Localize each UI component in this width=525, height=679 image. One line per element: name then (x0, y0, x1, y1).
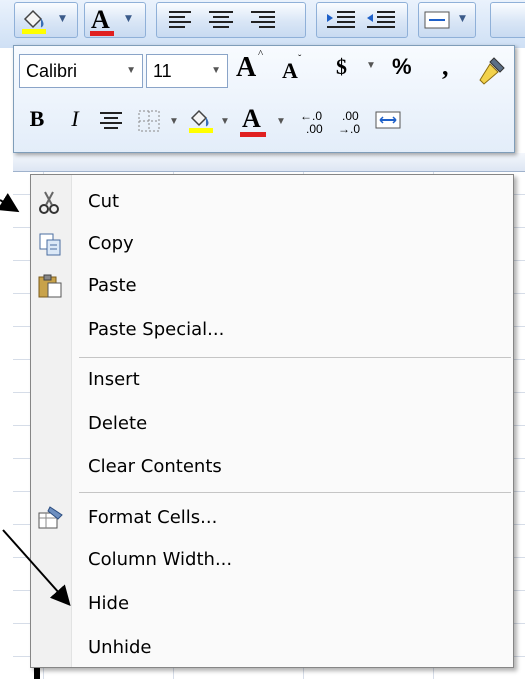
center-align-icon[interactable] (96, 108, 126, 134)
menu-separator (79, 357, 511, 358)
menu-item-unhide[interactable]: Unhide (31, 629, 513, 669)
merge-button-top[interactable]: ▼ (418, 2, 476, 38)
clipboard-icon (38, 274, 62, 298)
menu-item-label: Format Cells... (88, 507, 218, 528)
menu-item-cut[interactable]: Cut (31, 183, 513, 223)
scissors-icon (39, 191, 59, 214)
menu-item-delete[interactable]: Delete (31, 405, 513, 445)
menu-item-hide[interactable]: Hide (31, 585, 513, 625)
font-color-swatch (240, 132, 266, 137)
svg-text:←.0: ←.0 (300, 109, 322, 123)
chevron-down-icon[interactable]: ▼ (59, 14, 66, 24)
merge-cells-icon (424, 11, 450, 29)
chevron-down-icon[interactable]: ▼ (211, 65, 221, 76)
decrease-decimal-icon[interactable]: .00 →.0 (336, 106, 370, 136)
chevron-down-icon[interactable]: ▼ (366, 60, 376, 71)
font-name-value: Calibri (26, 61, 78, 81)
bold-button[interactable]: B (22, 106, 52, 136)
menu-item-label: Insert (88, 369, 140, 390)
copy-icon (39, 233, 61, 256)
font-color-button-top[interactable]: A ▼ (84, 2, 146, 38)
currency-button[interactable]: $ (336, 54, 347, 80)
menu-item-label: Copy (88, 233, 134, 254)
menu-item-paste[interactable]: Paste (31, 267, 513, 307)
chevron-down-icon[interactable]: ▼ (169, 116, 179, 127)
menu-item-label: Column Width... (88, 549, 233, 570)
menu-item-format-cells[interactable]: Format Cells... (31, 499, 513, 539)
borders-icon[interactable] (136, 108, 162, 134)
menu-separator (79, 492, 511, 493)
menu-item-label: Clear Contents (88, 456, 222, 477)
menu-item-label: Paste (88, 275, 137, 296)
menu-item-column-width[interactable]: Column Width... (31, 541, 513, 581)
align-icons (169, 11, 275, 28)
chevron-down-icon[interactable]: ▼ (220, 116, 230, 127)
indent-icons (327, 11, 395, 28)
caret-up-icon: ^ (258, 48, 264, 60)
decrease-font-button[interactable]: A (282, 58, 298, 84)
menu-item-paste-special[interactable]: Paste Special... (31, 311, 513, 351)
percent-button[interactable]: % (392, 54, 412, 80)
font-color-button[interactable]: A (242, 104, 261, 134)
increase-decimal-icon[interactable]: ←.0 .00 (298, 106, 332, 136)
fill-color-button[interactable]: ▼ (14, 2, 78, 38)
svg-text:.00: .00 (306, 122, 323, 136)
menu-item-label: Delete (88, 413, 148, 434)
font-color-swatch (90, 31, 114, 36)
caret-down-icon: ˇ (298, 54, 302, 65)
font-size-combo[interactable]: 11 ▼ (146, 54, 228, 88)
merge-cells-icon[interactable] (374, 108, 404, 134)
format-painter-icon[interactable] (474, 54, 508, 88)
align-group (156, 2, 306, 38)
comma-style-button[interactable]: , (442, 52, 449, 82)
menu-item-label: Unhide (88, 637, 152, 658)
increase-font-button[interactable]: A (236, 52, 256, 84)
chevron-down-icon[interactable]: ▼ (126, 65, 136, 76)
fill-color-icon[interactable] (186, 106, 216, 136)
menu-item-label: Paste Special... (88, 319, 225, 340)
column-header-row (13, 153, 525, 172)
ribbon-strip: ▼ A ▼ ▼ (0, 0, 525, 48)
mini-toolbar: Calibri ▼ 11 ▼ A ^ A ˇ $ ▼ % , B I ▼ ▼ A… (13, 45, 515, 153)
menu-item-clear-contents[interactable]: Clear Contents (31, 448, 513, 488)
svg-text:→.0: →.0 (338, 122, 360, 136)
menu-item-copy[interactable]: Copy (31, 225, 513, 265)
svg-text:.00: .00 (342, 109, 359, 123)
menu-item-label: Hide (88, 593, 130, 614)
chevron-down-icon[interactable]: ▼ (459, 14, 466, 24)
paint-bucket-icon (22, 9, 46, 34)
menu-item-label: Cut (88, 191, 120, 212)
font-name-combo[interactable]: Calibri ▼ (19, 54, 143, 88)
ribbon-button-partial[interactable] (490, 2, 525, 38)
chevron-down-icon[interactable]: ▼ (125, 14, 132, 24)
context-menu: Cut Copy Paste Paste Special... Insert D… (30, 174, 514, 668)
italic-button[interactable]: I (60, 106, 90, 136)
menu-item-insert[interactable]: Insert (31, 361, 513, 401)
font-size-value: 11 (153, 61, 172, 81)
format-cells-icon (38, 506, 63, 529)
indent-group (316, 2, 408, 38)
chevron-down-icon[interactable]: ▼ (276, 116, 286, 127)
